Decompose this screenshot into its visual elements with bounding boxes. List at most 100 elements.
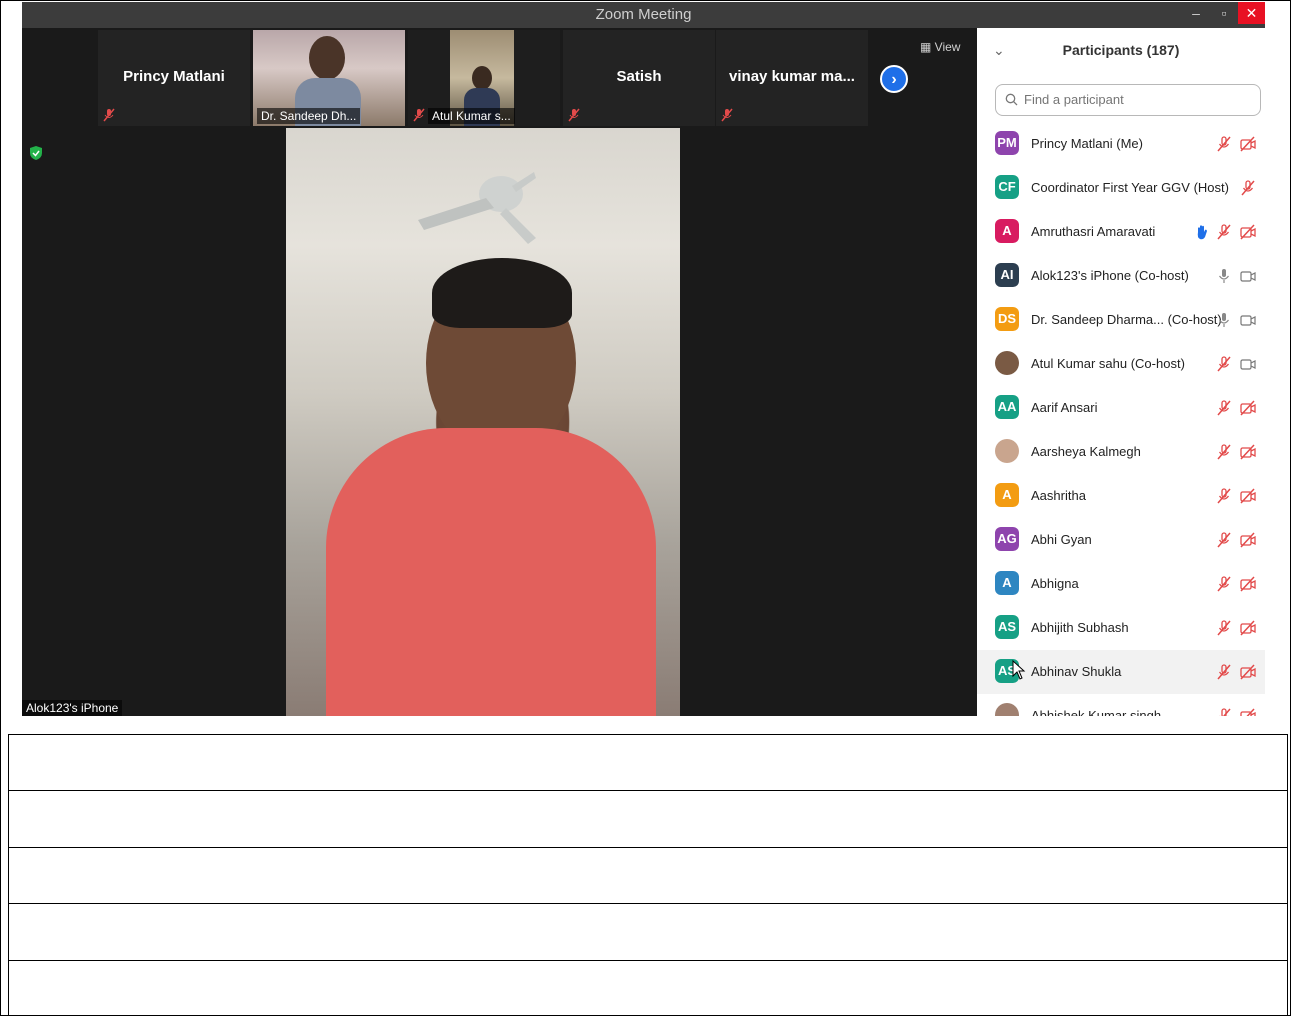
video-off-icon[interactable] [1239,619,1257,637]
participant-status-icons [1215,619,1257,637]
participant-status-icons [1215,487,1257,505]
mic-icon[interactable] [1215,267,1233,285]
participant-status-icons [1215,707,1257,716]
participant-row[interactable]: AA Aarif Ansari [977,386,1265,430]
mic-muted-icon[interactable] [1215,531,1233,549]
video-stage: Princy Matlani Dr. Sandeep Dh... Atul Ku… [22,28,977,716]
participant-row[interactable]: DS Dr. Sandeep Dharma... (Co-host) [977,298,1265,342]
mic-muted-icon[interactable] [1215,707,1233,716]
mic-muted-icon [413,108,425,122]
video-tile-vinay[interactable]: vinay kumar ma... [716,30,868,126]
search-icon [1005,93,1018,106]
tile-label: Dr. Sandeep Dh... [257,108,361,124]
mic-muted-icon[interactable] [1215,399,1233,417]
participant-row[interactable]: AS Abhinav Shukla [977,650,1265,694]
video-off-icon[interactable] [1239,223,1257,241]
participant-status-icons [1215,399,1257,417]
minimize-button[interactable]: – [1182,2,1210,24]
tile-label: Atul Kumar s... [428,108,515,124]
avatar: AG [995,527,1019,551]
participant-row[interactable]: Aarsheya Kalmegh [977,430,1265,474]
zoom-window: Zoom Meeting – ▫ ✕ Princy Matlani Dr. Sa… [22,2,1265,716]
mic-muted-icon[interactable] [1239,179,1257,197]
table-line [8,903,1287,904]
participant-name: Abhijith Subhash [1031,620,1129,635]
participant-row[interactable]: Atul Kumar sahu (Co-host) [977,342,1265,386]
participant-row[interactable]: Abhishek Kumar singh [977,694,1265,716]
video-tile-sandeep[interactable]: Dr. Sandeep Dh... [253,30,405,126]
participant-row[interactable]: A Amruthasri Amaravati [977,210,1265,254]
participant-row[interactable]: CF Coordinator First Year GGV (Host) [977,166,1265,210]
participant-name: Abhigna [1031,576,1079,591]
video-off-icon[interactable] [1239,707,1257,716]
video-off-icon[interactable] [1239,531,1257,549]
avatar [995,351,1019,375]
participant-row[interactable]: AG Abhi Gyan [977,518,1265,562]
video-off-icon[interactable] [1239,135,1257,153]
participant-status-icons [1215,575,1257,593]
grid-icon: ▦ [920,40,935,54]
video-off-icon[interactable] [1239,443,1257,461]
mic-muted-icon[interactable] [1215,443,1233,461]
search-box[interactable] [995,84,1261,116]
avatar: A [995,571,1019,595]
participant-row[interactable]: AS Abhijith Subhash [977,606,1265,650]
mic-muted-icon[interactable] [1215,355,1233,373]
table-line [8,734,1287,735]
participant-name: Atul Kumar sahu (Co-host) [1031,356,1185,371]
mic-muted-icon[interactable] [1215,487,1233,505]
participant-name: Princy Matlani (Me) [1031,136,1143,151]
view-label: View [934,40,961,54]
video-off-icon[interactable] [1239,575,1257,593]
participant-name: Aarsheya Kalmegh [1031,444,1141,459]
avatar: AS [995,615,1019,639]
tile-name: vinay kumar ma... [729,68,855,85]
close-button[interactable]: ✕ [1238,2,1265,24]
participant-status-icons [1215,135,1257,153]
video-tile-satish[interactable]: Satish [563,30,715,126]
mouse-cursor-icon [1012,660,1026,680]
video-off-icon[interactable] [1239,663,1257,681]
participant-name: Aarif Ansari [1031,400,1098,415]
participant-status-icons [1239,179,1257,197]
video-icon[interactable] [1239,355,1257,373]
mic-muted-icon[interactable] [1215,575,1233,593]
raised-hand-icon[interactable] [1195,224,1209,240]
participant-status-icons [1195,223,1257,241]
view-button[interactable]: ▦ View [920,40,960,54]
table-line [1287,734,1288,1016]
avatar: AI [995,263,1019,287]
video-tile-princy[interactable]: Princy Matlani [98,30,250,126]
participant-row[interactable]: PM Princy Matlani (Me) [977,122,1265,166]
maximize-button[interactable]: ▫ [1210,2,1238,24]
participant-name: Alok123's iPhone (Co-host) [1031,268,1189,283]
tile-name: Princy Matlani [123,68,225,85]
participant-row[interactable]: A Aashritha [977,474,1265,518]
search-input[interactable] [1022,91,1246,108]
mic-muted-icon[interactable] [1215,663,1233,681]
mic-muted-icon[interactable] [1215,619,1233,637]
avatar [995,703,1019,716]
video-off-icon[interactable] [1239,399,1257,417]
participant-status-icons [1215,311,1257,329]
mic-muted-icon [568,108,580,122]
video-icon[interactable] [1239,311,1257,329]
mic-muted-icon[interactable] [1215,135,1233,153]
avatar [995,439,1019,463]
video-off-icon[interactable] [1239,487,1257,505]
panel-title: Participants (187) [1062,42,1180,58]
video-icon[interactable] [1239,267,1257,285]
mic-muted-icon [103,108,115,122]
tile-name: Satish [616,68,662,85]
participant-row[interactable]: A Abhigna [977,562,1265,606]
participant-name: Abhi Gyan [1031,532,1092,547]
video-tile-atul[interactable]: Atul Kumar s... [408,30,560,126]
mic-muted-icon[interactable] [1215,223,1233,241]
participant-row[interactable]: AI Alok123's iPhone (Co-host) [977,254,1265,298]
participant-status-icons [1215,531,1257,549]
active-speaker-video [286,128,680,716]
mic-icon[interactable] [1215,311,1233,329]
next-page-button[interactable]: › [880,65,908,93]
panel-header: ⌄ Participants (187) [977,28,1265,74]
participant-status-icons [1215,267,1257,285]
